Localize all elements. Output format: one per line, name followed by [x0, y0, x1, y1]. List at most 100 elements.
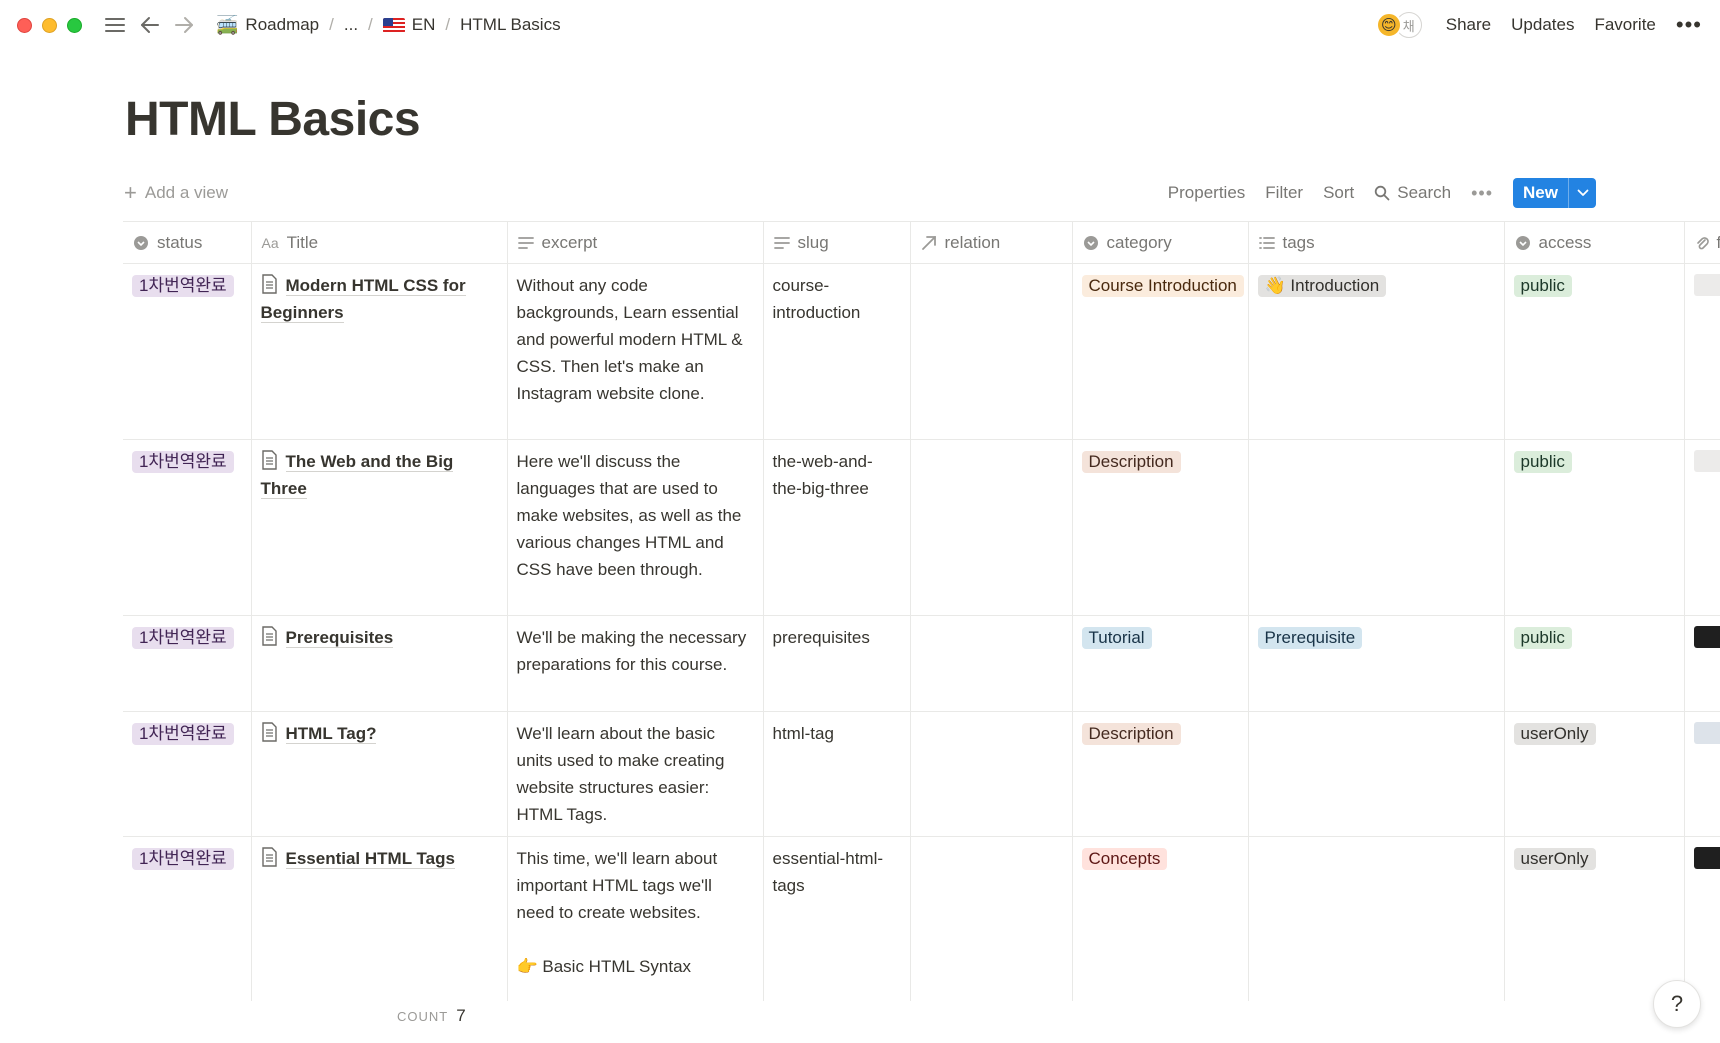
sidebar-menu-icon[interactable] [104, 16, 126, 34]
status-badge[interactable]: 1차번역완료 [132, 275, 234, 297]
slug-cell[interactable]: the-web-and-the-big-three [763, 439, 911, 616]
help-button[interactable]: ? [1653, 980, 1701, 1028]
minimize-window-button[interactable] [42, 17, 57, 33]
relation-cell[interactable] [910, 711, 1073, 837]
forward-arrow-icon[interactable] [174, 16, 194, 34]
files-cell[interactable] [1684, 439, 1720, 616]
access-badge: public [1513, 275, 1572, 297]
access-cell[interactable]: public [1504, 615, 1685, 712]
breadcrumb-ellipsis[interactable]: ... [340, 12, 362, 38]
row-title-link[interactable]: Modern HTML CSS for Beginners [260, 272, 498, 326]
status-badge[interactable]: 1차번역완료 [132, 451, 234, 473]
text-property-icon: Aa [261, 234, 279, 251]
filter-button[interactable]: Filter [1265, 183, 1303, 203]
access-cell[interactable]: userOnly [1504, 711, 1685, 837]
column-header-status[interactable]: status [123, 221, 252, 264]
category-cell[interactable]: Description [1072, 711, 1249, 837]
category-cell[interactable]: Course Introduction [1072, 263, 1249, 440]
files-cell[interactable] [1684, 263, 1720, 440]
slug-text: essential-html-tags [772, 849, 884, 895]
relation-arrow-icon [921, 235, 936, 250]
search-label: Search [1397, 183, 1452, 202]
relation-cell[interactable] [910, 439, 1073, 616]
tags-cell[interactable] [1248, 836, 1505, 1001]
slug-text: course-introduction [772, 276, 861, 322]
breadcrumb-en-label: EN [411, 15, 436, 34]
view-more-icon[interactable]: ••• [1471, 183, 1493, 204]
column-header-excerpt[interactable]: excerpt [507, 221, 764, 264]
category-cell[interactable]: Concepts [1072, 836, 1249, 1001]
access-cell[interactable]: public [1504, 263, 1685, 440]
table-row[interactable]: 1차번역완료 Essential HTML Tags This time, we… [123, 836, 1720, 1001]
excerpt-cell[interactable]: We'll learn about the basic units used t… [507, 711, 764, 837]
slug-cell[interactable]: course-introduction [763, 263, 911, 440]
row-title-link[interactable]: Prerequisites [261, 624, 498, 651]
files-cell[interactable] [1684, 711, 1720, 837]
tags-cell[interactable]: Prerequisite [1248, 615, 1505, 712]
updates-button[interactable]: Updates [1511, 15, 1574, 35]
breadcrumb-roadmap[interactable]: 🚎 Roadmap [212, 12, 323, 39]
excerpt-cell[interactable]: We'll be making the necessary preparatio… [507, 615, 764, 712]
status-badge[interactable]: 1차번역완료 [132, 848, 234, 870]
access-cell[interactable]: public [1504, 439, 1685, 616]
excerpt-cell[interactable]: Here we'll discuss the languages that ar… [507, 439, 764, 616]
relation-cell[interactable] [910, 263, 1073, 440]
excerpt-cell[interactable]: This time, we'll learn about important H… [507, 836, 764, 1001]
tag-badge: 👋 Introduction [1257, 275, 1387, 297]
column-header-category[interactable]: category [1072, 221, 1249, 264]
sort-button[interactable]: Sort [1323, 183, 1354, 203]
file-thumbnail[interactable] [1693, 274, 1720, 296]
status-badge[interactable]: 1차번역완료 [132, 723, 234, 745]
table-row[interactable]: 1차번역완료 Modern HTML CSS for Beginners Wit… [123, 263, 1720, 440]
close-window-button[interactable] [17, 17, 32, 33]
add-view-button[interactable]: + Add a view [124, 182, 228, 204]
column-header-tags[interactable]: tags [1248, 221, 1505, 264]
files-cell[interactable] [1684, 615, 1720, 712]
page-title[interactable]: HTML Basics [125, 92, 421, 147]
plus-icon: + [124, 180, 137, 205]
relation-cell[interactable] [910, 615, 1073, 712]
maximize-window-button[interactable] [67, 17, 82, 33]
share-button[interactable]: Share [1446, 15, 1491, 35]
column-header-access[interactable]: access [1504, 221, 1685, 264]
column-header-title[interactable]: Aa Title [251, 221, 508, 264]
tags-cell[interactable] [1248, 711, 1505, 837]
column-header-slug[interactable]: slug [763, 221, 911, 264]
file-thumbnail[interactable] [1693, 847, 1720, 869]
back-arrow-icon[interactable] [140, 16, 160, 34]
tags-cell[interactable] [1248, 439, 1505, 616]
excerpt-cell[interactable]: Without any code backgrounds, Learn esse… [507, 263, 764, 440]
category-cell[interactable]: Description [1072, 439, 1249, 616]
new-dropdown-chevron-icon[interactable] [1568, 178, 1596, 208]
category-cell[interactable]: Tutorial [1072, 615, 1249, 712]
tags-cell[interactable]: 👋 Introduction [1248, 263, 1505, 440]
slug-cell[interactable]: essential-html-tags [763, 836, 911, 1001]
avatar-emoji: 😊 [1375, 12, 1402, 38]
row-title-link[interactable]: Essential HTML Tags [261, 845, 498, 872]
breadcrumb-en[interactable]: EN [379, 12, 440, 38]
search-button[interactable]: Search [1374, 183, 1451, 203]
column-header-files[interactable]: f [1684, 221, 1720, 264]
properties-button[interactable]: Properties [1168, 183, 1245, 203]
new-button[interactable]: New [1513, 178, 1568, 208]
favorite-button[interactable]: Favorite [1594, 15, 1655, 35]
relation-cell[interactable] [910, 836, 1073, 1001]
slug-cell[interactable]: html-tag [763, 711, 911, 837]
column-header-relation[interactable]: relation [910, 221, 1073, 264]
table-row[interactable]: 1차번역완료 Prerequisites We'll be making the… [123, 615, 1720, 712]
collaborator-avatars[interactable]: 😊 채 [1375, 12, 1422, 38]
file-thumbnail[interactable] [1693, 626, 1720, 648]
row-title-link[interactable]: The Web and the Big Three [260, 448, 498, 502]
table-row[interactable]: 1차번역완료 HTML Tag? We'll learn about the b… [123, 711, 1720, 837]
excerpt-link-text[interactable]: 👉 Basic HTML Syntax [517, 957, 692, 976]
access-cell[interactable]: userOnly [1504, 836, 1685, 1001]
breadcrumb-current[interactable]: HTML Basics [456, 12, 564, 38]
file-thumbnail[interactable] [1693, 722, 1720, 744]
table-row[interactable]: 1차번역완료 The Web and the Big Three Here we… [123, 439, 1720, 616]
files-cell[interactable] [1684, 836, 1720, 1001]
file-thumbnail[interactable] [1693, 450, 1720, 472]
status-badge[interactable]: 1차번역완료 [132, 627, 234, 649]
more-options-icon[interactable]: ••• [1676, 14, 1702, 36]
slug-cell[interactable]: prerequisites [763, 615, 911, 712]
row-title-link[interactable]: HTML Tag? [261, 720, 498, 747]
